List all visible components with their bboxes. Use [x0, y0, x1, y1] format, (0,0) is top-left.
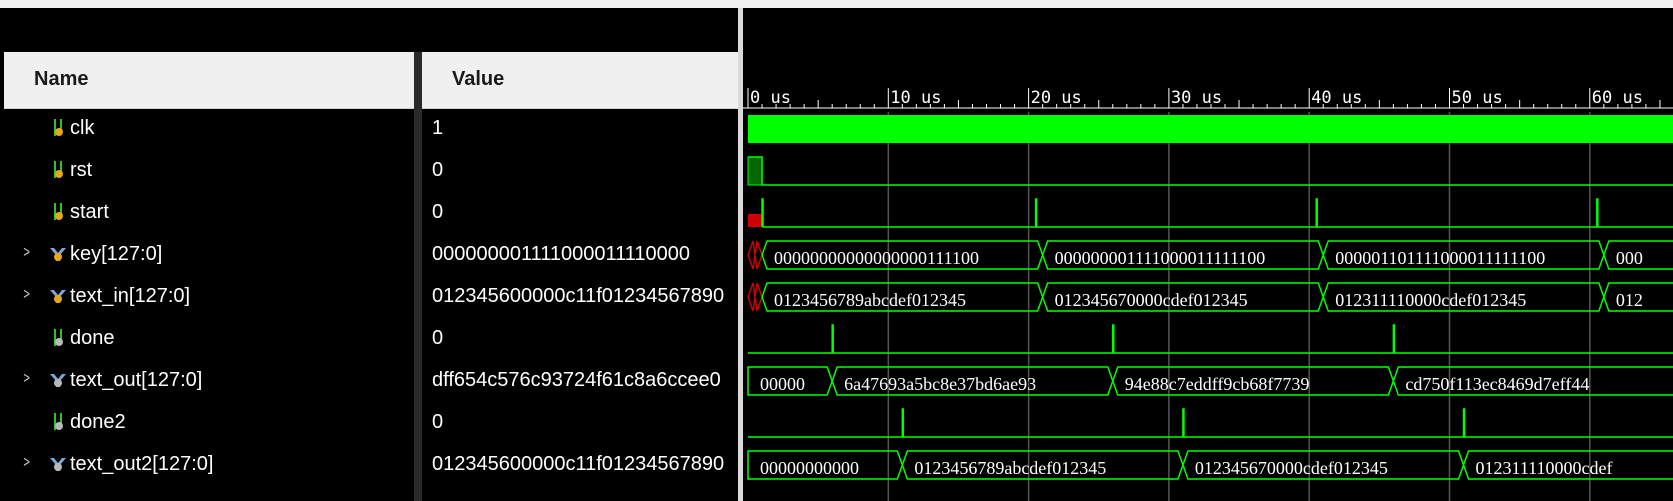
bus-unknown-region [747, 282, 763, 312]
signal-name-label: text_in[127:0] [70, 285, 191, 307]
output-bit-icon [48, 328, 68, 348]
time-tick-label: 0 us [750, 88, 791, 108]
signal-row-3[interactable]: > key[127:0] [4, 234, 414, 276]
name-column-header[interactable]: Name [4, 52, 414, 109]
rst-high-pulse [747, 156, 763, 186]
signal-row-1[interactable]: rst [4, 150, 414, 192]
signal-name-label: text_out2[127:0] [70, 453, 214, 475]
bus-segment-value: 94e88c7eddff9cb68f7739 [1125, 374, 1310, 394]
expand-chevron-icon[interactable]: > [23, 244, 30, 262]
waveform-pane[interactable]: 0 us 10 us 20 us 30 us 40 us 50 us 60 us000000… [743, 8, 1673, 501]
signal-value-text: 1 [432, 117, 444, 139]
signal-value-cell[interactable]: 0 [432, 318, 738, 360]
expand-chevron-icon[interactable]: > [23, 370, 30, 388]
window-top-bar [0, 0, 1673, 8]
bus-segment-value: 00000000000 [760, 458, 859, 478]
done2-waveform [748, 408, 1673, 438]
signal-value-cell[interactable]: 012345600000c11f01234567890 [432, 276, 738, 318]
name-header-label: Name [34, 68, 89, 90]
signal-name-label: done [70, 327, 115, 349]
value-header-label: Value [452, 68, 505, 90]
done-waveform [748, 324, 1673, 354]
time-tick-label: 30 us [1171, 88, 1222, 108]
output-bit-icon [48, 412, 68, 432]
bus-segment-value: 012345670000cdef012345 [1055, 290, 1248, 310]
signal-value-text: 0 [432, 201, 444, 223]
time-tick-label: 60 us [1592, 88, 1643, 108]
expand-chevron-icon[interactable]: > [23, 454, 30, 472]
start-unknown-region [748, 214, 763, 227]
signal-row-2[interactable]: start [4, 192, 414, 234]
time-tick-label: 10 us [890, 88, 941, 108]
expand-chevron-icon[interactable]: > [23, 286, 30, 304]
signal-row-5[interactable]: done [4, 318, 414, 360]
bus-segment-value: 00000 [760, 374, 805, 394]
signal-name-label: key[127:0] [70, 243, 163, 265]
value-column-header[interactable]: Value [422, 52, 738, 109]
signal-value-text: dff654c576c93724f61c8a6ccee0 [432, 369, 721, 391]
signal-value-cell[interactable]: dff654c576c93724f61c8a6ccee0 [432, 360, 738, 402]
signal-value-cell[interactable]: 000000001111000011110000 [432, 234, 738, 276]
clk-waveform [748, 115, 1673, 143]
signal-name-label: text_out[127:0] [70, 369, 203, 391]
signal-row-8[interactable]: > text_out2[127:0] [4, 444, 414, 486]
bus-segment-value: 012345670000cdef012345 [1195, 458, 1388, 478]
bus-segment-value: 012311110000cdef012345 [1335, 290, 1526, 310]
bus-segment-value: 0123456789abcdef012345 [914, 458, 1106, 478]
bus-segment-value: 012 [1616, 290, 1643, 310]
signal-value-cell[interactable]: 0 [432, 402, 738, 444]
signal-value-cell[interactable]: 0 [432, 150, 738, 192]
bus-segment-value: 6a47693a5bc8e37bd6ae93 [844, 374, 1036, 394]
rst-waveform [748, 156, 1673, 186]
signal-name-label: rst [70, 159, 93, 181]
signal-row-6[interactable]: > text_out[127:0] [4, 360, 414, 402]
input-bit-icon [48, 202, 68, 222]
output-bus-icon [48, 370, 68, 390]
bus-segment-value: 00000000000000000111100 [774, 248, 979, 268]
input-bus-icon [48, 286, 68, 306]
signal-name-label: clk [70, 117, 95, 139]
bus-segment-value: 000 [1616, 248, 1643, 268]
input-bus-icon [48, 244, 68, 264]
signal-name-label: start [70, 201, 109, 223]
signal-value-text: 0 [432, 159, 444, 181]
bus-unknown-region [747, 240, 763, 270]
output-bus-icon [48, 454, 68, 474]
signal-value-text: 012345600000c11f01234567890 [432, 285, 725, 307]
bus-segment-value: cd750f113ec8469d7eff44 [1405, 374, 1589, 394]
start-waveform [761, 198, 1673, 228]
signal-value-text: 012345600000c11f01234567890 [432, 453, 725, 475]
signal-value-cell[interactable]: 1 [432, 108, 738, 150]
column-divider[interactable] [414, 52, 422, 501]
bus-segment-value: 0123456789abcdef012345 [774, 290, 966, 310]
signal-value-cell[interactable]: 0 [432, 192, 738, 234]
signal-row-7[interactable]: done2 [4, 402, 414, 444]
bus-segment-value: 012311110000cdef [1476, 458, 1613, 478]
signal-name-label: done2 [70, 411, 126, 433]
bus-segment-value: 000000001111000011111100 [1055, 248, 1266, 268]
signal-row-4[interactable]: > text_in[127:0] [4, 276, 414, 318]
input-bit-icon [48, 118, 68, 138]
signal-value-text: 0 [432, 411, 444, 433]
bus-segment-value: 000001101111000011111100 [1335, 248, 1545, 268]
time-tick-label: 40 us [1311, 88, 1362, 108]
input-bit-icon [48, 160, 68, 180]
time-tick-label: 20 us [1031, 88, 1082, 108]
time-tick-label: 50 us [1452, 88, 1503, 108]
signal-value-text: 000000001111000011110000 [432, 243, 691, 265]
signal-row-0[interactable]: clk [4, 108, 414, 150]
signal-value-text: 0 [432, 327, 444, 349]
signal-value-cell[interactable]: 012345600000c11f01234567890 [432, 444, 738, 486]
